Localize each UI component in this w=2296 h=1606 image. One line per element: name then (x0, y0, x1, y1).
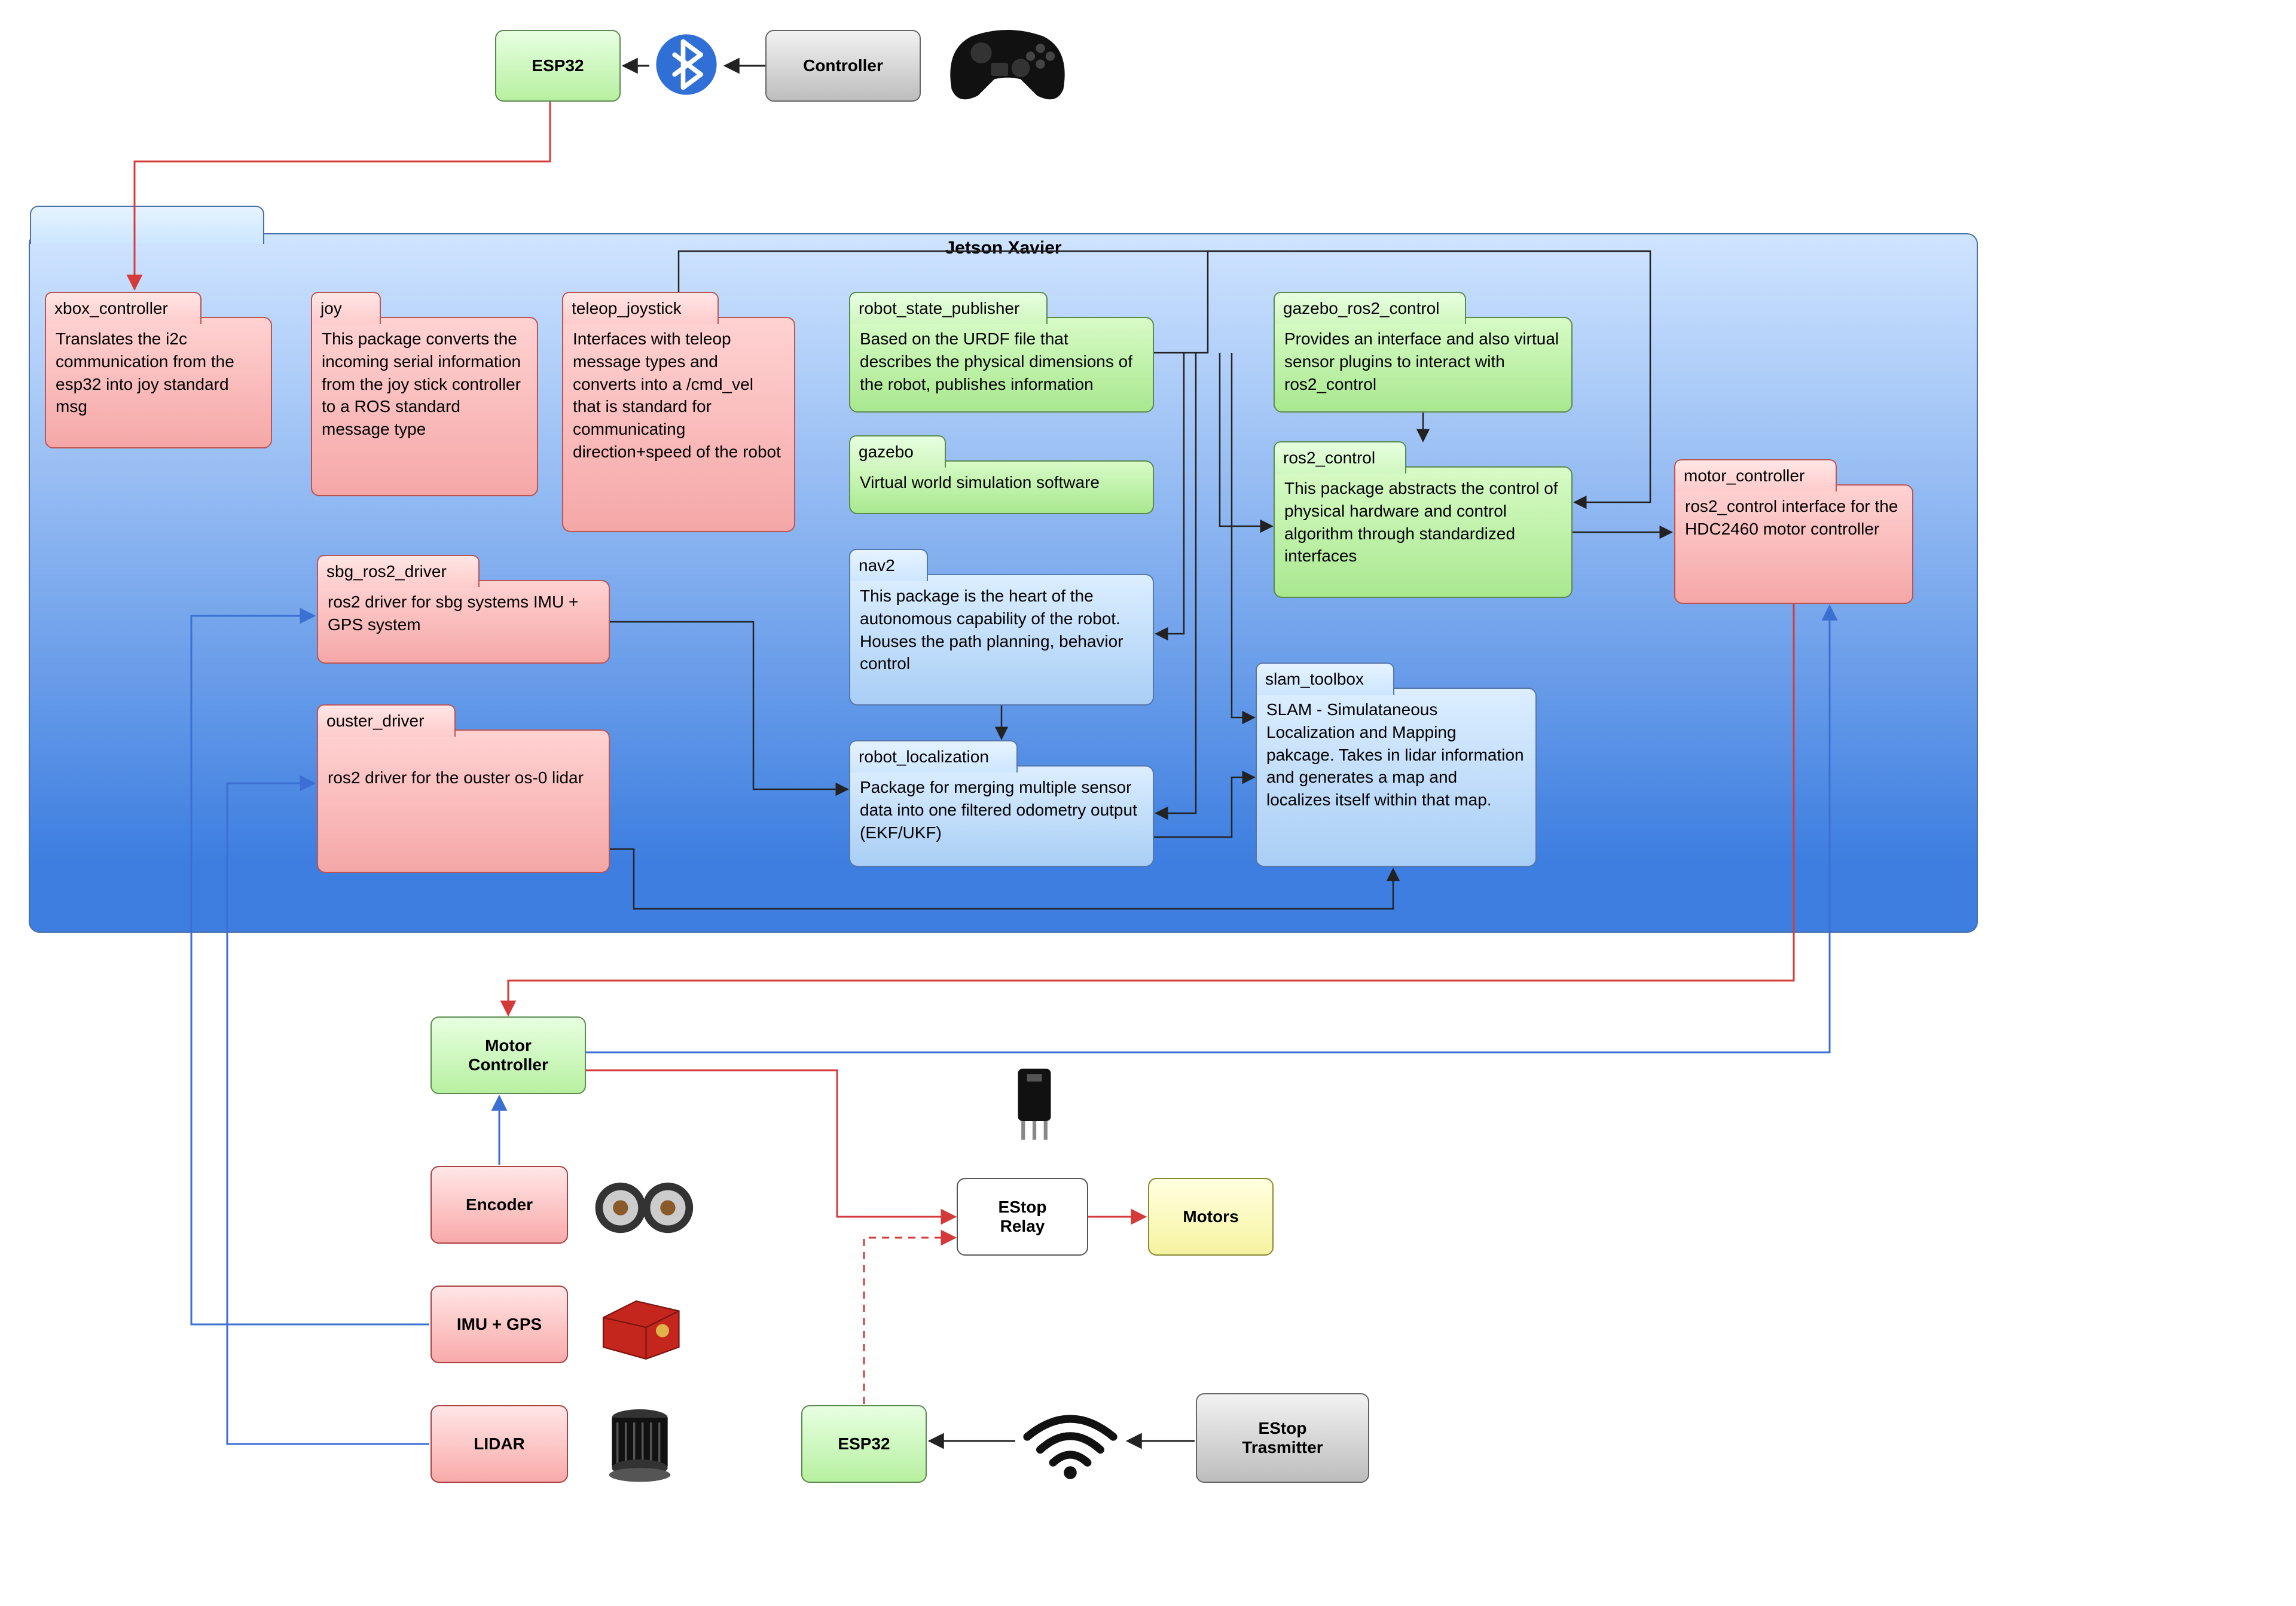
motor-controller-tab: motor_controller (1674, 459, 1837, 491)
xbox-controller-body: Translates the i2c communication from th… (45, 317, 272, 448)
ros2-control-body: This package abstracts the control of ph… (1274, 466, 1573, 598)
motor-controller-hw-node: Motor Controller (430, 1016, 586, 1094)
esp32-top-node: ESP32 (495, 30, 621, 102)
nav2-body: This package is the heart of the autonom… (849, 574, 1154, 706)
sbg-ros2-driver-body: ros2 driver for sbg systems IMU + GPS sy… (317, 580, 610, 664)
robot-localization-body: Package for merging multiple sensor data… (849, 765, 1154, 867)
lidar-label: LIDAR (474, 1434, 525, 1454)
estop-relay-label: EStop Relay (999, 1198, 1047, 1236)
controller-node: Controller (765, 30, 921, 102)
xbox-controller-folder: xbox_controller Translates the i2c commu… (45, 317, 272, 448)
encoder-label: Encoder (466, 1195, 533, 1214)
nav2-folder: nav2 This package is the heart of the au… (849, 574, 1154, 706)
imu-gps-node: IMU + GPS (430, 1286, 568, 1363)
estop-transmitter-node: EStop Trasmitter (1196, 1393, 1369, 1483)
slam-toolbox-body: SLAM - Simulataneous Localization and Ma… (1256, 688, 1537, 867)
gamepad-icon (939, 12, 1076, 114)
estop-transmitter-label: EStop Trasmitter (1242, 1419, 1323, 1457)
controller-label: Controller (803, 56, 883, 75)
nav2-tab: nav2 (849, 549, 928, 581)
motor-controller-body: ros2_control interface for the HDC2460 m… (1674, 484, 1913, 604)
robot-localization-tab: robot_localization (849, 740, 1018, 773)
sbg-ros2-driver-tab: sbg_ros2_driver (317, 555, 480, 587)
sbg-ros2-driver-folder: sbg_ros2_driver ros2 driver for sbg syst… (317, 580, 610, 664)
imu-icon (592, 1291, 694, 1363)
gazebo-body: Virtual world simulation software (849, 460, 1154, 514)
slam-toolbox-folder: slam_toolbox SLAM - Simulataneous Locali… (1256, 688, 1537, 867)
encoder-icon (586, 1172, 706, 1244)
gazebo-folder: gazebo Virtual world simulation software (849, 460, 1154, 514)
teleop-joystick-folder: teleop_joystick Interfaces with teleop m… (562, 317, 795, 532)
motors-node: Motors (1148, 1178, 1274, 1256)
gazebo-tab: gazebo (849, 435, 946, 468)
xbox-controller-tab: xbox_controller (45, 292, 201, 324)
gazebo-ros2-control-body: Provides an interface and also virtual s… (1274, 317, 1573, 413)
teleop-joystick-body: Interfaces with teleop message types and… (562, 317, 795, 532)
jetson-xavier-tab (30, 206, 264, 244)
motors-label: Motors (1183, 1207, 1238, 1226)
motor-controller-folder: motor_controller ros2_control interface … (1674, 484, 1913, 604)
motor-controller-hw-label: Motor Controller (468, 1036, 548, 1074)
esp32-bottom-node: ESP32 (801, 1405, 927, 1483)
bluetooth-icon (651, 29, 722, 100)
esp32-top-label: ESP32 (532, 56, 584, 75)
arrow-esp32b-to-estop (864, 1238, 955, 1404)
jetson-xavier-title: Jetson Xavier (945, 238, 1061, 258)
teleop-joystick-tab: teleop_joystick (562, 292, 719, 324)
slam-toolbox-tab: slam_toolbox (1256, 662, 1394, 695)
robot-localization-folder: robot_localization Package for merging m… (849, 765, 1154, 867)
ros2-control-folder: ros2_control This package abstracts the … (1274, 466, 1573, 598)
esp32-bottom-label: ESP32 (838, 1434, 890, 1454)
joy-folder: joy This package converts the incoming s… (311, 317, 538, 496)
robot-state-publisher-body: Based on the URDF file that describes th… (849, 317, 1154, 413)
joy-tab: joy (311, 292, 381, 324)
relay-icon (999, 1058, 1070, 1154)
gazebo-ros2-control-folder: gazebo_ros2_control Provides an interfac… (1274, 317, 1573, 413)
imu-gps-label: IMU + GPS (457, 1315, 542, 1334)
ouster-driver-folder: ouster_driver ros2 driver for the ouster… (317, 729, 610, 873)
robot-state-publisher-tab: robot_state_publisher (849, 292, 1048, 324)
gazebo-ros2-control-tab: gazebo_ros2_control (1274, 292, 1466, 324)
lidar-icon (598, 1405, 682, 1489)
ouster-driver-body: ros2 driver for the ouster os-0 lidar (317, 729, 610, 873)
ros2-control-tab: ros2_control (1274, 441, 1406, 474)
encoder-node: Encoder (430, 1166, 568, 1244)
lidar-node: LIDAR (430, 1405, 568, 1483)
ouster-driver-tab: ouster_driver (317, 704, 456, 737)
joy-body: This package converts the incoming seria… (311, 317, 538, 496)
estop-relay-node: EStop Relay (957, 1178, 1088, 1256)
wifi-icon (1016, 1405, 1124, 1483)
robot-state-publisher-folder: robot_state_publisher Based on the URDF … (849, 317, 1154, 413)
